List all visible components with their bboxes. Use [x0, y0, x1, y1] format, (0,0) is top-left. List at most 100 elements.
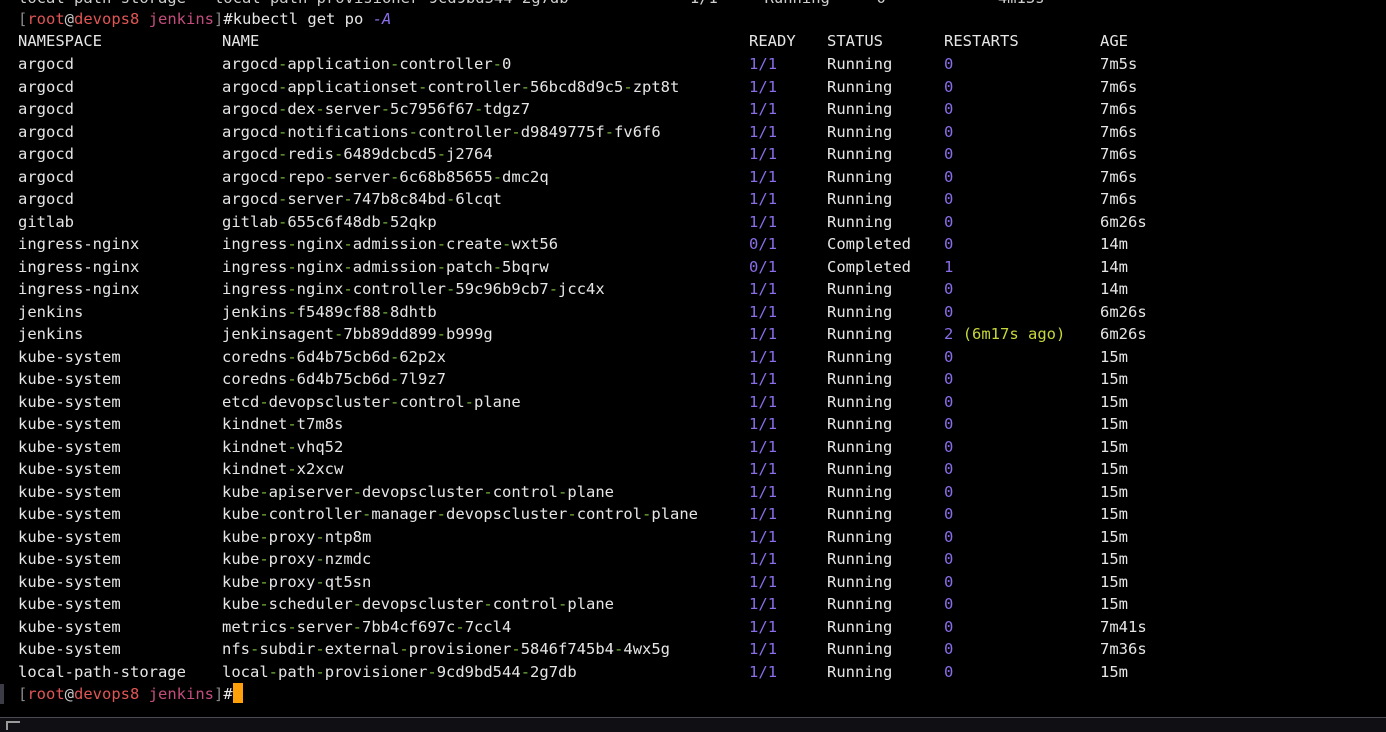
cell-ready: 1/1 [749, 595, 778, 613]
prompt-dir: jenkins [148, 10, 215, 28]
prompt-host: devops8 [74, 10, 140, 28]
cell-age: 7m41s [1100, 617, 1147, 636]
cell-ready: 1/1 [749, 55, 778, 73]
cell-name: jenkins-f5489cf88-8dhtb [222, 302, 437, 321]
cell-ready: 0/1 [749, 235, 778, 253]
table-row: argocd argocd-dex-server-5c7956f67-tdgz7 1… [0, 98, 1386, 120]
cell-restarts: 0 [944, 415, 954, 433]
corner-icon [6, 721, 20, 730]
cell-age: 15m [1100, 370, 1128, 388]
cell-name: kube-controller-manager-devopscluster-co… [222, 505, 699, 523]
cell-restarts: 1 [944, 257, 954, 276]
header-age: AGE [1100, 32, 1128, 50]
cell-restarts: 0 [944, 370, 954, 388]
table-row: local-path-storage local-path-provisioner… [0, 661, 1386, 683]
table-row: kube-system kube-apiserver-devopscluster-… [0, 481, 1386, 503]
cell-status: Completed [827, 257, 911, 276]
cell-name: gitlab-655c6f48db-52qkp [222, 212, 437, 231]
table-row: argocd argocd-server-747b8c84bd-6lcqt 1/1 R… [0, 188, 1386, 210]
cell-age: 15m [1100, 662, 1128, 681]
cell-namespace: kube-system [18, 392, 121, 411]
table-row: argocd argocd-notifications-controller-d9… [0, 121, 1386, 143]
text-cursor[interactable] [232, 683, 243, 703]
cell-ready: 0/1 [749, 257, 778, 276]
cell-status: Running [827, 100, 893, 118]
table-row: argocd argocd-application-controller-0 1/1… [0, 53, 1386, 75]
cell-age: 7m36s [1100, 640, 1147, 658]
table-row: kube-system kube-proxy-qt5sn 1/1 Running 0 15… [0, 571, 1386, 593]
cell-ready: 1/1 [749, 347, 778, 366]
cell-name: jenkinsagent-7bb89dd899-b999g [222, 325, 493, 343]
table-row: argocd argocd-redis-6489dcbcd5-j2764 1/1 Ru… [0, 143, 1386, 165]
cell-name: argocd-repo-server-6c68b85655-dmc2q [222, 167, 549, 186]
cell-namespace: jenkins [18, 302, 84, 321]
cell-ready: 1/1 [749, 550, 778, 568]
cell-restarts: 0 [944, 302, 954, 321]
cell-ready: 1/1 [749, 415, 778, 433]
cell-namespace: kube-system [18, 505, 121, 523]
header-name: NAME [222, 32, 260, 50]
cell-name: argocd-redis-6489dcbcd5-j2764 [222, 145, 493, 163]
prompt-symbol: # [223, 685, 233, 703]
prompt-symbol: # [223, 10, 233, 28]
cell-name: ingress-nginx-controller-59c96b9cb7-jcc4… [222, 280, 605, 298]
cell-namespace: argocd [18, 100, 74, 118]
terminal-window[interactable]: local-path-storage local-path-provisione… [0, 0, 1386, 732]
cell-restarts: 0 [944, 572, 954, 591]
cell-restarts: 0 [944, 527, 954, 546]
cell-namespace: kube-system [18, 527, 121, 546]
command-text: kubectl get po [232, 10, 373, 28]
prompt-open-bracket: [ [18, 685, 28, 703]
cell-restarts: 0 [944, 77, 954, 96]
cell-age: 14m [1100, 280, 1128, 298]
cell-namespace: kube-system [18, 617, 121, 636]
prompt-host: devops8 [74, 685, 140, 703]
cell-status: Running [827, 482, 893, 501]
cell-status: Running [827, 212, 893, 231]
table-row: kube-system coredns-6d4b75cb6d-7l9z7 1/1 Ru… [0, 368, 1386, 390]
cell-age: 15m [1100, 460, 1128, 478]
cell-ready: 1/1 [749, 662, 778, 681]
cell-namespace: kube-system [18, 437, 121, 456]
cell-status: Running [827, 640, 893, 658]
cell-status: Running [827, 595, 893, 613]
cell-namespace: kube-system [18, 415, 121, 433]
cell-ready: 1/1 [749, 100, 778, 118]
active-prompt-line[interactable]: [root@devops8 jenkins]# [0, 683, 1386, 705]
cell-namespace: argocd [18, 167, 74, 186]
cell-status: Running [827, 145, 893, 163]
cell-age: 15m [1100, 550, 1128, 568]
cell-status: Running [827, 392, 893, 411]
cell-ready: 1/1 [749, 437, 778, 456]
cell-status: Running [827, 167, 893, 186]
cell-ready: 1/1 [749, 325, 778, 343]
cell-age: 6m26s [1100, 325, 1147, 343]
cell-restarts: 0 [944, 505, 954, 523]
cell-ready: 1/1 [749, 617, 778, 636]
cell-status: Running [827, 550, 893, 568]
prompt-user: root [27, 10, 65, 28]
cell-age: 15m [1100, 482, 1128, 501]
cell-restarts: 0 [944, 595, 954, 613]
active-prompt: [root@devops8 jenkins]# [18, 683, 243, 705]
cell-name: kube-proxy-nzmdc [222, 550, 372, 568]
cell-ready: 1/1 [749, 280, 778, 298]
cell-age: 14m [1100, 235, 1128, 253]
header-restarts: RESTARTS [944, 32, 1019, 50]
cell-status: Running [827, 122, 893, 141]
cell-restarts: 0 [944, 392, 954, 411]
table-row: kube-system kube-proxy-nzmdc 1/1 Running 0 15… [0, 548, 1386, 570]
cell-ready: 1/1 [749, 77, 778, 96]
cell-namespace: argocd [18, 55, 74, 73]
prompt-user: root [27, 685, 65, 703]
table-row: kube-system kindnet-vhq52 1/1 Running 0 15m [0, 436, 1386, 458]
cell-namespace: ingress-nginx [18, 280, 140, 298]
cell-ready: 1/1 [749, 572, 778, 591]
cell-age: 7m6s [1100, 167, 1138, 186]
cell-namespace: kube-system [18, 550, 121, 568]
cell-name: local-path-provisioner-9cd9bd544-2g7db [222, 662, 577, 681]
cell-status: Running [827, 347, 893, 366]
cell-name: kube-apiserver-devopscluster-control-pla… [222, 482, 615, 501]
cell-namespace: kube-system [18, 347, 121, 366]
prompt-at: @ [64, 685, 75, 703]
